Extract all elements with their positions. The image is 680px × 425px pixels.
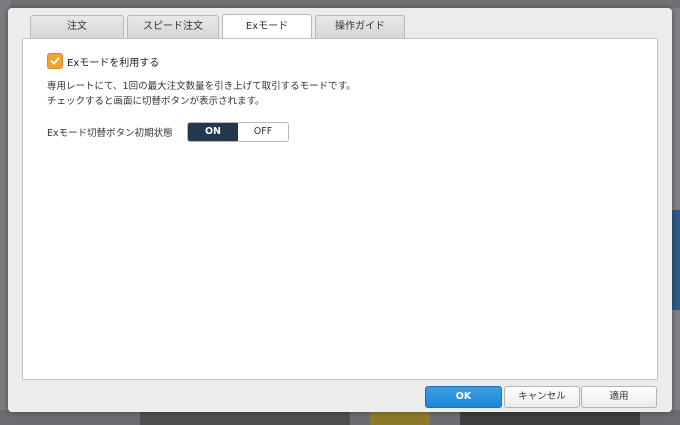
exmode-checkbox-label: Exモードを利用する bbox=[67, 57, 160, 69]
tab-operation-guide[interactable]: 操作ガイド bbox=[315, 15, 405, 38]
exmode-checkbox-row[interactable]: Exモードを利用する bbox=[47, 53, 159, 69]
checkmark-icon bbox=[50, 57, 60, 65]
toggle-on-button[interactable]: ON bbox=[188, 123, 238, 141]
exmode-description: 専用レートにて、1回の最大注文数量を引き上げて取引するモードです。 チェックする… bbox=[47, 79, 356, 109]
on-off-toggle: ON OFF bbox=[187, 122, 289, 142]
tab-order[interactable]: 注文 bbox=[30, 15, 124, 38]
background-banner bbox=[460, 410, 640, 425]
ok-button[interactable]: OK bbox=[425, 386, 502, 408]
exmode-panel: Exモードを利用する 専用レートにて、1回の最大注文数量を引き上げて取引するモー… bbox=[22, 38, 658, 380]
tab-exmode[interactable]: Exモード bbox=[222, 14, 312, 39]
toggle-off-button[interactable]: OFF bbox=[238, 123, 288, 141]
background-banner bbox=[370, 412, 430, 425]
exmode-toggle-row: Exモード切替ボタン初期状態 ON OFF bbox=[47, 122, 289, 142]
apply-button[interactable]: 適用 bbox=[581, 386, 657, 408]
exmode-checkbox[interactable] bbox=[47, 53, 63, 69]
tab-speed-order[interactable]: スピード注文 bbox=[127, 15, 219, 38]
description-line: チェックすると画面に切替ボタンが表示されます。 bbox=[47, 96, 265, 107]
background-toolbar bbox=[0, 0, 680, 8]
description-line: 専用レートにて、1回の最大注文数量を引き上げて取引するモードです。 bbox=[47, 81, 356, 92]
background-banner bbox=[140, 410, 350, 425]
cancel-button[interactable]: キャンセル bbox=[504, 386, 580, 408]
dialog-footer: OK キャンセル 適用 bbox=[8, 386, 672, 408]
tab-bar: 注文 スピード注文 Exモード 操作ガイド bbox=[30, 14, 405, 39]
settings-dialog: 注文 スピード注文 Exモード 操作ガイド Exモードを利用する 専用レートにて… bbox=[8, 8, 672, 412]
toggle-label: Exモード切替ボタン初期状態 bbox=[47, 128, 173, 139]
